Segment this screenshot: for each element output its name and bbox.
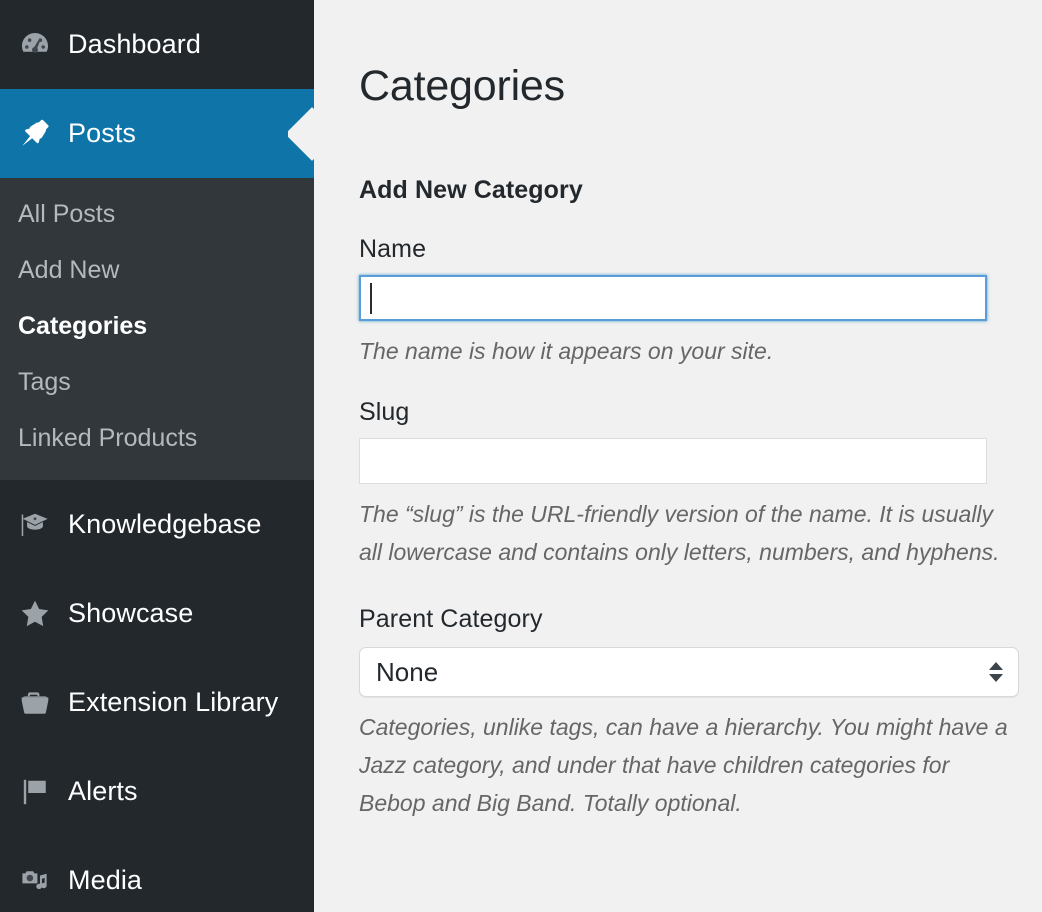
dashboard-gauge-icon	[12, 28, 58, 62]
field-slug: Slug The “slug” is the URL-friendly vers…	[359, 398, 1042, 571]
sidebar-item-extension-library[interactable]: Extension Library	[0, 658, 314, 747]
graduation-cap-icon	[12, 508, 58, 542]
sidebar-top-menu: Dashboard Posts	[0, 0, 314, 178]
active-indicator-notch	[288, 107, 314, 161]
submenu-item-linked-products[interactable]: Linked Products	[0, 410, 314, 466]
flag-icon	[12, 775, 58, 809]
main-content: Categories Add New Category Name The nam…	[314, 0, 1042, 912]
sidebar-item-label: Dashboard	[68, 29, 201, 59]
camera-music-icon	[12, 864, 58, 898]
sidebar-bottom-menu: Knowledgebase Showcase Extension Library…	[0, 480, 314, 912]
submenu-item-all-posts[interactable]: All Posts	[0, 186, 314, 242]
sidebar-item-label: Posts	[68, 118, 137, 148]
sidebar-item-label: Media	[68, 865, 143, 895]
admin-sidebar: Dashboard Posts All Posts Add New Catego…	[0, 0, 314, 912]
pin-icon	[12, 117, 58, 151]
name-description: The name is how it appears on your site.	[359, 338, 774, 364]
field-parent-category: Parent Category None Categories, unlike …	[359, 605, 1042, 822]
admin-screen: Dashboard Posts All Posts Add New Catego…	[0, 0, 1042, 912]
sidebar-item-label: Alerts	[68, 776, 138, 806]
slug-label: Slug	[359, 398, 410, 426]
slug-input[interactable]	[359, 438, 987, 484]
sidebar-item-showcase[interactable]: Showcase	[0, 569, 314, 658]
parent-category-label: Parent Category	[359, 605, 543, 633]
section-title: Add New Category	[359, 176, 583, 204]
folder-icon	[12, 686, 58, 720]
sidebar-item-media[interactable]: Media	[0, 836, 314, 912]
field-name: Name The name is how it appears on your …	[359, 235, 1042, 370]
add-new-category-form: Add New Category Name The name is how it…	[359, 176, 1042, 822]
sidebar-item-label: Extension Library	[68, 687, 279, 717]
sidebar-item-posts[interactable]: Posts	[0, 89, 314, 178]
star-icon	[12, 597, 58, 631]
sidebar-item-knowledgebase[interactable]: Knowledgebase	[0, 480, 314, 569]
name-input[interactable]	[359, 275, 987, 321]
submenu-item-categories[interactable]: Categories	[0, 298, 314, 354]
sidebar-item-dashboard[interactable]: Dashboard	[0, 0, 314, 89]
name-label: Name	[359, 235, 427, 263]
parent-category-selected-value: None	[376, 656, 439, 687]
sidebar-item-label: Showcase	[68, 598, 194, 628]
name-input-shell	[359, 275, 987, 321]
sidebar-submenu-posts: All Posts Add New Categories Tags Linked…	[0, 178, 314, 480]
submenu-item-tags[interactable]: Tags	[0, 354, 314, 410]
submenu-item-add-new[interactable]: Add New	[0, 242, 314, 298]
parent-category-select[interactable]: None	[359, 647, 1019, 697]
sidebar-item-label: Knowledgebase	[68, 509, 262, 539]
page-title: Categories	[359, 61, 565, 110]
slug-description: The “slug” is the URL-friendly version o…	[359, 501, 1000, 565]
text-caret	[370, 283, 372, 314]
parent-category-select-wrap: None	[359, 647, 1019, 697]
sidebar-item-alerts[interactable]: Alerts	[0, 747, 314, 836]
parent-category-description: Categories, unlike tags, can have a hier…	[359, 714, 1008, 816]
